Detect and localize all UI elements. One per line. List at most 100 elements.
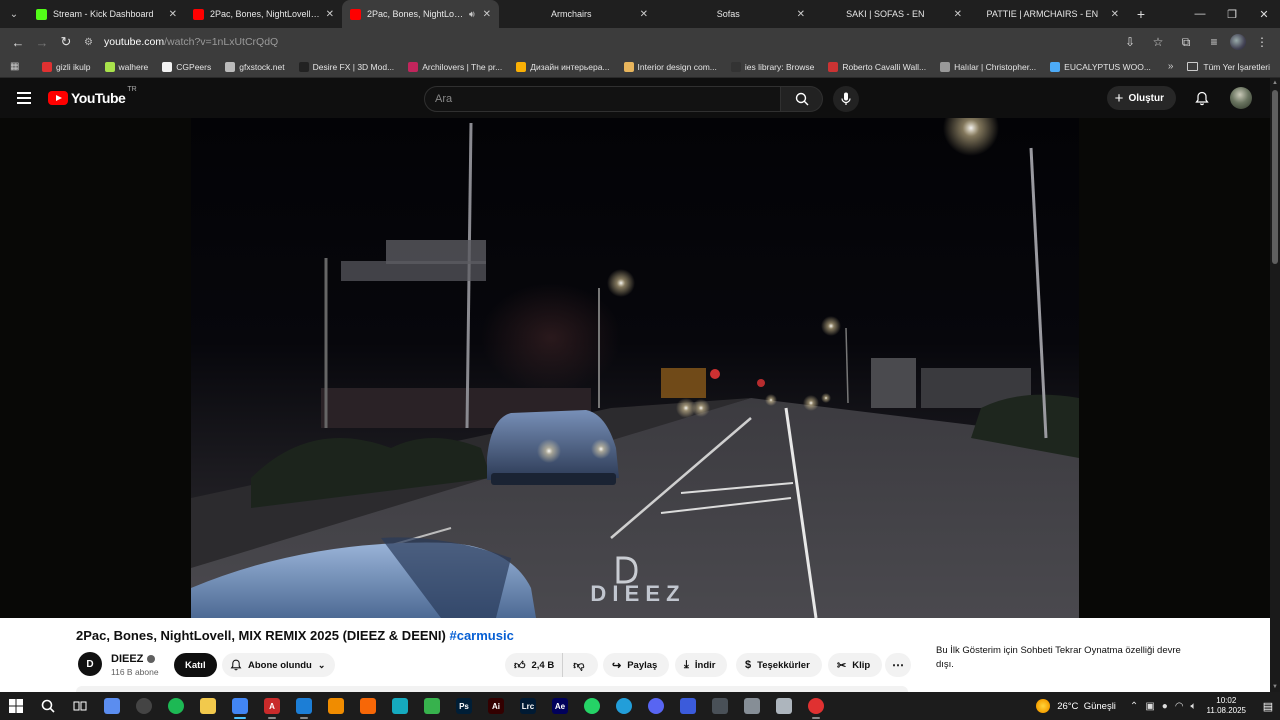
browser-tab[interactable]: PATTIE | ARMCHAIRS - EN ✕ — [970, 0, 1127, 28]
media-player-taskbar-button[interactable] — [128, 692, 160, 720]
vpn-taskbar-button[interactable] — [736, 692, 768, 720]
new-tab-button[interactable]: + — [1127, 6, 1155, 22]
clip-button[interactable]: ✂ Klip — [828, 653, 883, 677]
weather-widget[interactable]: 26°C Güneşli — [1036, 699, 1116, 713]
illustrator-taskbar-button[interactable]: Ai — [480, 692, 512, 720]
close-tab-icon[interactable]: ✕ — [326, 9, 334, 20]
blender-taskbar-button[interactable] — [320, 692, 352, 720]
microphone-icon[interactable]: ● — [1162, 701, 1168, 712]
reload-icon[interactable]: ↻ — [54, 30, 78, 54]
autocad-taskbar-button[interactable]: A — [256, 692, 288, 720]
account-avatar[interactable] — [1230, 87, 1252, 109]
task-view-taskbar-button[interactable] — [64, 692, 96, 720]
hashtag-link[interactable]: #carmusic — [449, 628, 513, 643]
bookmark-item[interactable]: gizli ikulp — [42, 61, 91, 72]
minimize-icon[interactable]: — — [1184, 0, 1216, 28]
forward-icon[interactable]: → — [30, 30, 54, 54]
scroll-down-arrow-icon[interactable]: ▼ — [1272, 684, 1278, 690]
bookmark-item[interactable]: Halılar | Christopher... — [940, 61, 1036, 72]
wifi-icon[interactable]: ◠ — [1175, 701, 1184, 712]
search-taskbar-button[interactable] — [32, 692, 64, 720]
bookmark-item[interactable]: Archilovers | The pr... — [408, 61, 502, 72]
download-button[interactable]: ⤓ İndir — [675, 653, 728, 677]
audio-playing-icon[interactable]: 🔊︎ — [469, 9, 475, 20]
share-button[interactable]: ↪ Paylaş — [603, 653, 670, 677]
site-info-icon[interactable]: ⚙ — [84, 37, 98, 48]
subscribed-button[interactable]: Abone olundu ⌄ — [222, 653, 336, 677]
bookmark-item[interactable]: walhere — [104, 61, 148, 72]
3dsmax-taskbar-button[interactable] — [384, 692, 416, 720]
install-app-icon[interactable]: ⇩ — [1118, 30, 1142, 54]
tray-app-icon[interactable]: ▣ — [1145, 701, 1154, 712]
lightroom-classic-taskbar-button[interactable]: Lrc — [512, 692, 544, 720]
close-tab-icon[interactable]: ✕ — [640, 9, 648, 20]
notifications-button[interactable] — [1184, 91, 1220, 106]
bookmark-item[interactable]: Дизайн интерьера... — [516, 61, 610, 72]
photoshop-taskbar-button[interactable]: Ps — [448, 692, 480, 720]
bookmark-item[interactable]: Desire FX | 3D Mod... — [298, 61, 394, 72]
remote-desktop-taskbar-button[interactable] — [672, 692, 704, 720]
like-button[interactable]: 👍︎ 2,4 B — [505, 653, 564, 677]
browser-tab[interactable]: Stream - Kick Dashboard ✕ — [28, 0, 185, 28]
youtube-logo[interactable]: YouTube TR — [48, 86, 137, 106]
tab-search-chevron-icon[interactable]: ⌄ — [0, 0, 28, 28]
close-tab-icon[interactable]: ✕ — [483, 9, 491, 20]
volume-icon[interactable]: 🔈︎ — [1191, 701, 1197, 712]
search-button[interactable] — [781, 86, 823, 112]
notification-center-icon[interactable]: ▤ — [1256, 700, 1280, 713]
chrome-taskbar-button[interactable] — [224, 692, 256, 720]
browser-tab[interactable]: SAKI | SOFAS - EN ✕ — [813, 0, 970, 28]
discord-taskbar-button[interactable] — [640, 692, 672, 720]
channel-name[interactable]: DIEEZ — [111, 653, 156, 665]
clock[interactable]: 10:02 11.08.2025 — [1207, 696, 1246, 716]
green-app-taskbar-button[interactable] — [416, 692, 448, 720]
close-tab-icon[interactable]: ✕ — [169, 9, 177, 20]
telegram-taskbar-button[interactable] — [608, 692, 640, 720]
all-bookmarks-button[interactable]: Tüm Yer İşaretleri — [1187, 62, 1270, 72]
apps-grid-icon[interactable]: ▦ — [10, 61, 24, 72]
video-player[interactable]: D I E E Z — [191, 118, 1079, 618]
extensions-icon[interactable]: ⧉ — [1174, 30, 1198, 54]
page-scrollbar[interactable]: ▲ ▼ — [1270, 78, 1280, 692]
bookmark-item[interactable]: CGPeers — [162, 61, 211, 72]
file-explorer-taskbar-button[interactable] — [192, 692, 224, 720]
channel-avatar[interactable]: D — [78, 652, 102, 676]
guide-menu-icon[interactable] — [0, 89, 48, 107]
thanks-button[interactable]: $ Teşekkürler — [736, 653, 822, 677]
more-bookmarks-icon[interactable]: » — [1168, 61, 1174, 72]
browser-tab[interactable]: Armchairs ✕ — [499, 0, 656, 28]
back-icon[interactable]: ← — [6, 30, 30, 54]
bookmark-item[interactable]: Interior design com... — [623, 61, 717, 72]
bookmark-item[interactable]: EUCALYPTUS WOO... — [1050, 61, 1151, 72]
dislike-button[interactable]: 👎︎ — [563, 659, 590, 672]
spotify-taskbar-button[interactable] — [160, 692, 192, 720]
calculator-taskbar-button[interactable] — [704, 692, 736, 720]
chrome-menu-icon[interactable]: ⋮ — [1250, 30, 1274, 54]
close-window-icon[interactable]: ✕ — [1248, 0, 1280, 28]
windows-start-taskbar-button[interactable] — [0, 692, 32, 720]
browser-tab[interactable]: Sofas ✕ — [656, 0, 813, 28]
bookmark-star-icon[interactable]: ☆ — [1146, 30, 1170, 54]
close-tab-icon[interactable]: ✕ — [797, 9, 805, 20]
join-button[interactable]: Katıl — [174, 653, 217, 677]
close-tab-icon[interactable]: ✕ — [954, 9, 962, 20]
bookmark-item[interactable]: gfxstock.net — [225, 61, 285, 72]
close-tab-icon[interactable]: ✕ — [1111, 9, 1119, 20]
bookmark-item[interactable]: ies library: Browse — [730, 61, 814, 72]
browser-tab[interactable]: 2Pac, Bones, NightLovell, M🔊︎ ✕ — [342, 0, 499, 28]
record-app-taskbar-button[interactable] — [800, 692, 832, 720]
search-input[interactable] — [424, 86, 781, 112]
voice-search-button[interactable] — [833, 86, 859, 112]
whatsapp-taskbar-button[interactable] — [576, 692, 608, 720]
media-control-icon[interactable]: ≡ — [1202, 30, 1226, 54]
create-button[interactable]: + Oluştur — [1106, 86, 1176, 110]
browser-tab[interactable]: 2Pac, Bones, NightLovell, Mix R ✕ — [185, 0, 342, 28]
bookmark-item[interactable]: Roberto Cavalli Wall... — [828, 61, 926, 72]
profile-avatar[interactable] — [1230, 34, 1246, 50]
cloud-app-taskbar-button[interactable] — [768, 692, 800, 720]
after-effects-taskbar-button[interactable]: Ae — [544, 692, 576, 720]
sketchup-taskbar-button[interactable] — [288, 692, 320, 720]
scroll-thumb[interactable] — [1272, 90, 1278, 264]
more-actions-button[interactable]: ⋯ — [885, 653, 911, 677]
brave-taskbar-button[interactable] — [352, 692, 384, 720]
